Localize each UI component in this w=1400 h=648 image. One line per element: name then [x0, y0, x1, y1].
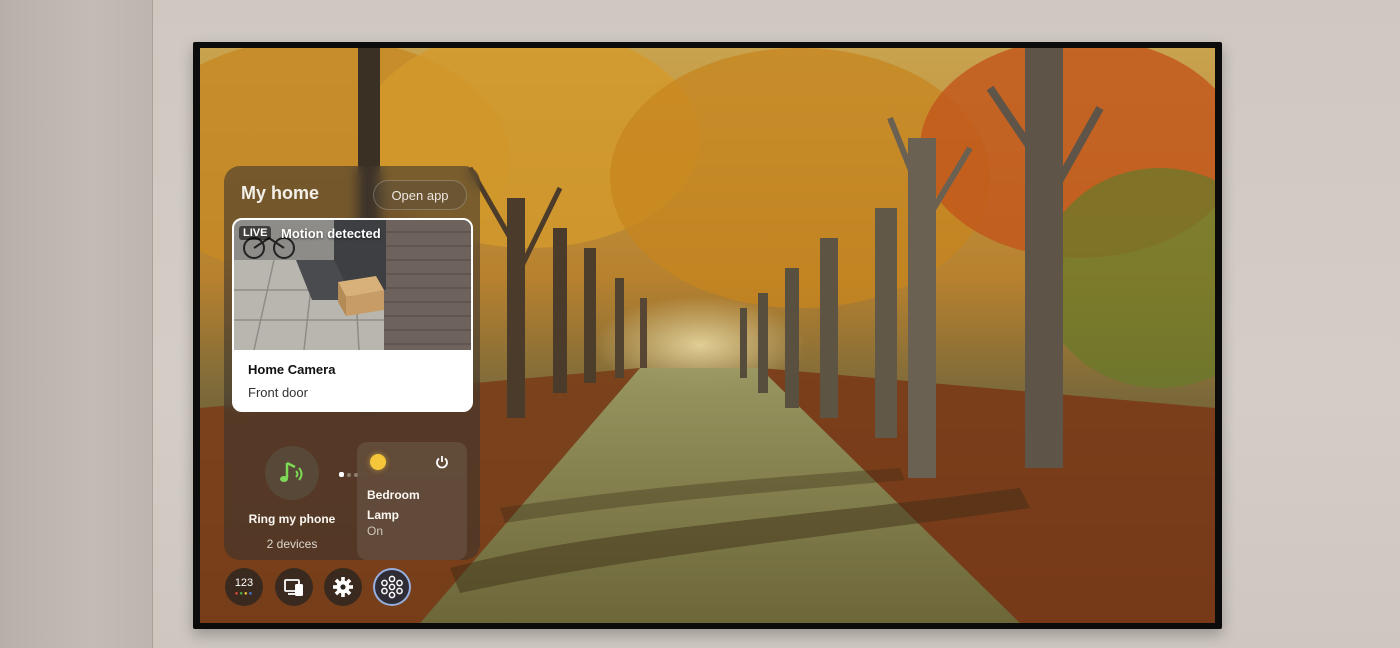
camera-location: Front door — [248, 385, 308, 400]
ring-tile-label: Ring my phone — [248, 512, 336, 526]
power-icon[interactable] — [434, 454, 450, 470]
my-home-panel: My home Open app LIVE Motion detected Ho… — [224, 166, 480, 560]
motion-status: Motion detected — [281, 226, 381, 241]
devices-icon — [284, 579, 303, 596]
lamp-label-line1: Bedroom — [367, 488, 420, 502]
numpad-button[interactable]: 123 ●●●● — [225, 568, 263, 606]
bedroom-lamp-tile[interactable]: Bedroom Lamp On — [357, 442, 467, 560]
settings-button[interactable] — [324, 568, 362, 606]
lightbulb-icon — [370, 454, 386, 470]
camera-name: Home Camera — [248, 362, 336, 377]
numpad-icon-label: 123 — [234, 577, 254, 589]
numpad-color-dots-icon: ●●●● — [234, 591, 254, 597]
smart-home-icon — [381, 575, 403, 599]
tv-screen: My home Open app LIVE Motion detected Ho… — [200, 48, 1215, 623]
lamp-label-line2: Lamp — [367, 508, 400, 522]
gear-icon — [333, 577, 353, 597]
home-camera-card[interactable]: LIVE Motion detected Home Camera Front d… — [232, 218, 473, 412]
music-note-icon — [265, 446, 319, 500]
tv-frame: My home Open app LIVE Motion detected Ho… — [193, 42, 1222, 629]
ring-tile-subtitle: 2 devices — [266, 537, 318, 551]
wall-left — [0, 0, 153, 648]
smart-home-button[interactable] — [373, 568, 411, 606]
ring-my-phone-tile[interactable]: Ring my phone 2 devices — [232, 434, 352, 551]
open-app-button[interactable]: Open app — [373, 180, 467, 210]
lamp-state: On — [367, 524, 384, 538]
lamp-tile-label: Bedroom Lamp — [367, 485, 463, 525]
panel-title: My home — [241, 183, 320, 203]
live-badge: LIVE — [239, 226, 272, 240]
devices-button[interactable] — [275, 568, 313, 606]
